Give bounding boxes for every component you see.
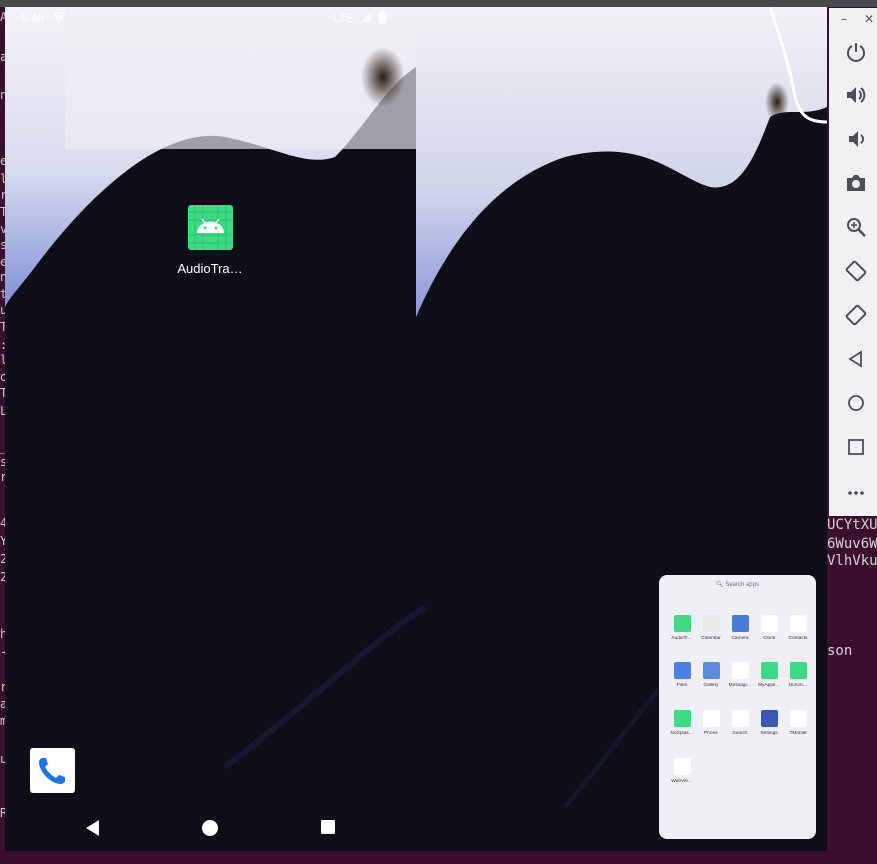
app-icon [789, 710, 807, 727]
app-icon [731, 615, 749, 632]
app-icon [731, 710, 749, 727]
drawer-app-label: MyAppli… [758, 683, 780, 688]
drawer-app-label: NoActi… [788, 683, 808, 688]
app-icon [673, 615, 691, 632]
drawer-app-label: Settings [760, 731, 778, 736]
drawer-app-item[interactable]: Gallery [696, 662, 726, 688]
drawer-app-item[interactable]: WebVie… [667, 758, 697, 784]
android-app-icon [187, 205, 233, 250]
drawer-app-item[interactable]: Messagi… [725, 662, 755, 688]
drawer-app-label: NoSplas… [670, 731, 694, 736]
app-icon [673, 758, 691, 775]
screenshot-button[interactable] [843, 170, 869, 196]
app-icon [702, 662, 720, 679]
terminal-line: UCYtXU [827, 517, 877, 533]
more-icon [848, 491, 864, 495]
back-icon [848, 350, 862, 368]
battery-icon [378, 11, 387, 24]
power-icon [847, 43, 865, 62]
zoom-button[interactable] [843, 214, 869, 240]
app-icon [760, 662, 778, 679]
notification-icon [53, 12, 65, 23]
drawer-app-item[interactable]: AudioTr… [667, 615, 697, 641]
drawer-app-item[interactable]: TMobile [783, 710, 813, 736]
app-shortcut-label: AudioTra… [177, 261, 243, 276]
rotate-left-icon [845, 260, 867, 282]
rotate-left-button[interactable] [843, 258, 869, 284]
dock-phone-button[interactable] [30, 748, 75, 793]
power-button[interactable] [843, 39, 869, 65]
terminal-line: VlhVku [827, 553, 877, 569]
drawer-app-item[interactable]: Calendar [696, 615, 726, 641]
status-time: 9:45 [21, 11, 45, 25]
more-button[interactable] [843, 478, 869, 504]
app-icon [760, 710, 778, 727]
drawer-app-item[interactable]: Contacts [783, 615, 813, 641]
drawer-app-item[interactable]: Files [667, 662, 697, 688]
drawer-search-bar[interactable]: 🔍︎ Search apps [659, 581, 816, 588]
overview-icon [848, 439, 864, 455]
drawer-app-item[interactable]: Search [725, 710, 755, 736]
drawer-app-label: Calendar [701, 636, 721, 641]
home-icon[interactable] [201, 819, 219, 837]
volume-down-button[interactable] [843, 126, 869, 152]
app-icon [702, 615, 720, 632]
home-icon [848, 395, 864, 411]
zoom-icon [847, 218, 866, 237]
drawer-app-item[interactable]: MyAppli… [754, 662, 784, 688]
drawer-app-item[interactable]: Camera [725, 615, 755, 641]
drawer-app-label: Files [676, 683, 688, 688]
drawer-app-label: Clock [763, 636, 775, 641]
app-icon [760, 615, 778, 632]
volume-up-button[interactable] [843, 82, 869, 108]
rotate-right-icon [845, 304, 867, 326]
drawer-app-label: Messagi… [728, 683, 752, 688]
minimize-button[interactable]: – [841, 12, 847, 26]
rotate-right-button[interactable] [843, 302, 869, 328]
app-icon [789, 662, 807, 679]
app-icon [702, 710, 720, 727]
drawer-app-item[interactable]: Clock [754, 615, 784, 641]
terminal-line: 6Wuv6W [827, 536, 877, 552]
drawer-app-label: WebVie… [671, 779, 693, 784]
app-icon [789, 615, 807, 632]
toolbar-back-button[interactable] [843, 346, 869, 372]
close-button[interactable]: ✕ [864, 12, 874, 26]
drawer-app-item[interactable]: NoActi… [783, 662, 813, 688]
emulator-toolbar: – ✕ [829, 8, 877, 516]
back-icon[interactable] [84, 819, 102, 837]
app-shortcut-audiotracker[interactable]: AudioTra… [171, 205, 249, 276]
app-drawer[interactable]: 🔍︎ Search apps AudioTr… Calendar Camera Clo… [659, 575, 816, 839]
drawer-app-label: Contacts [788, 636, 808, 641]
app-icon [731, 662, 749, 679]
drawer-app-label: Camera [731, 636, 749, 641]
drawer-app-item[interactable]: NoSplas… [667, 710, 697, 736]
status-bar: 9:45 LTE [5, 7, 416, 29]
drawer-app-label: Search [732, 731, 748, 736]
emulator-screen[interactable]: 9:45 LTE AudioTra… 🔍︎ Search apps AudioT… [5, 7, 827, 851]
drawer-app-item[interactable]: Settings [754, 710, 784, 736]
drawer-app-item[interactable]: Phone [696, 710, 726, 736]
terminal-line: son [827, 643, 853, 659]
app-icon [673, 710, 691, 727]
search-icon: 🔍︎ [716, 582, 726, 588]
drawer-search-placeholder: Search apps [725, 582, 759, 588]
drawer-app-label: TMobile [789, 731, 807, 736]
toolbar-home-button[interactable] [843, 390, 869, 416]
volume-up-icon [847, 87, 866, 103]
camera-icon [847, 175, 865, 191]
drawer-app-label: Phone [704, 731, 718, 736]
window-top-strip [0, 0, 877, 7]
phone-icon [39, 758, 65, 784]
app-icon [673, 662, 691, 679]
navigation-bar [5, 811, 416, 851]
drawer-app-label: Gallery [703, 683, 719, 688]
volume-down-icon [849, 131, 864, 147]
network-label: LTE [333, 11, 355, 25]
signal-icon [361, 12, 371, 22]
recents-icon[interactable] [320, 819, 336, 835]
toolbar-overview-button[interactable] [843, 434, 869, 460]
drawer-app-label: AudioTr… [671, 636, 693, 641]
